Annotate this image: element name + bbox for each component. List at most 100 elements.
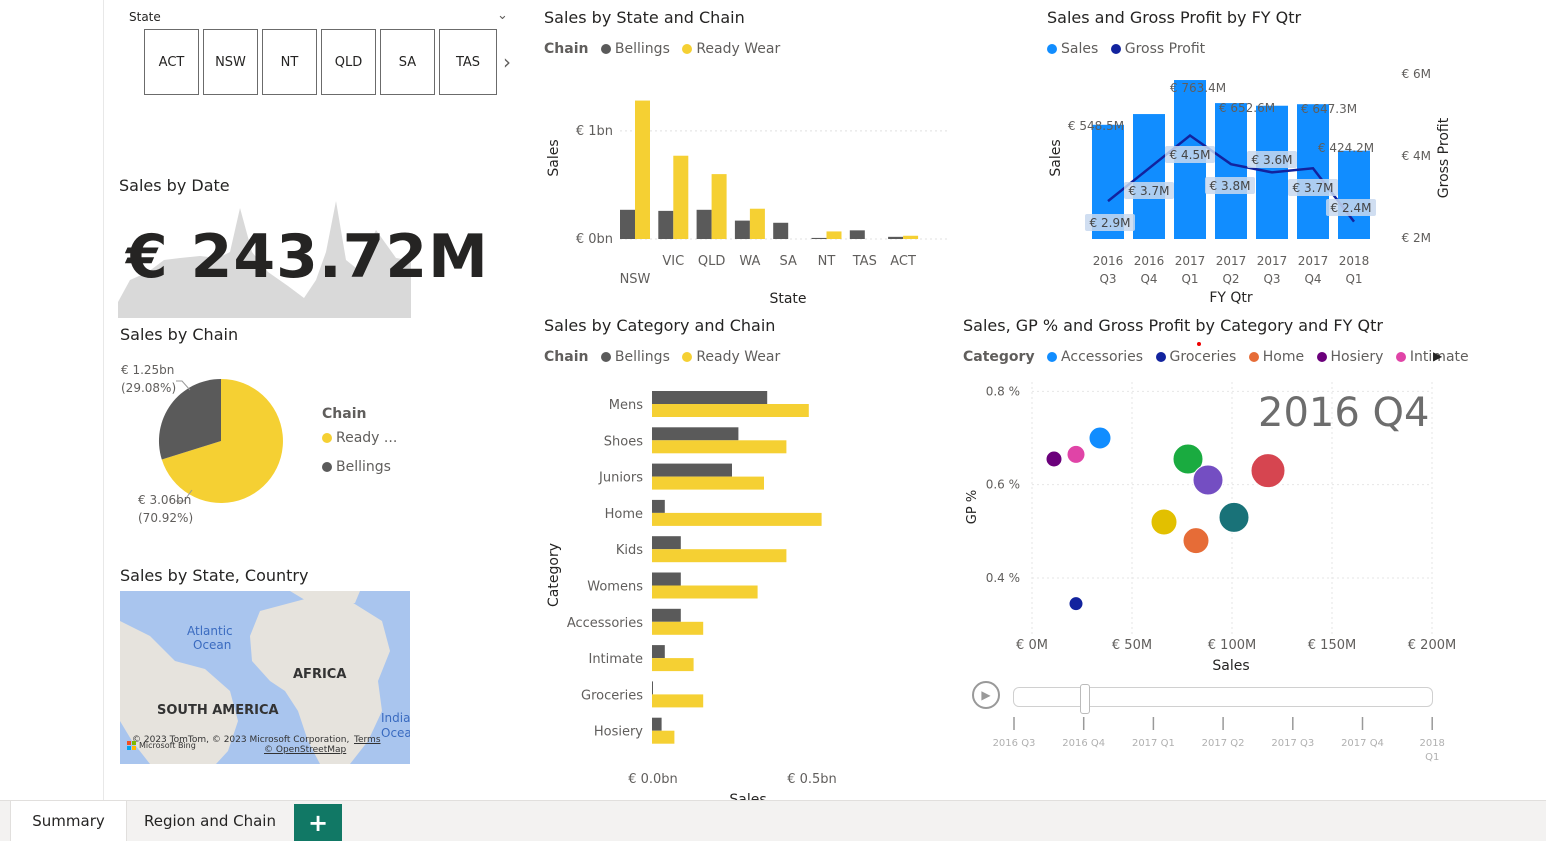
slicer-tile-sa[interactable]: SA xyxy=(380,29,435,95)
state-chart-plot[interactable]: € 1bn € 0bn Sales State NSW VIC QLD WA SA NT TAS AC… xyxy=(540,70,960,310)
pie-label-pct-ready-wear: (70.92%) xyxy=(138,511,194,525)
bellings-dot-icon xyxy=(600,44,611,54)
groceries-dot-icon xyxy=(1155,352,1166,362)
chevron-right-icon[interactable]: › xyxy=(503,50,511,74)
play-axis-track[interactable] xyxy=(1013,687,1433,707)
gp-data-label: € 3.8M xyxy=(1210,179,1251,193)
legend-bellings[interactable]: Bellings xyxy=(615,41,670,57)
pie-legend-label: Bellings xyxy=(336,459,391,475)
tab-summary[interactable]: Summary xyxy=(10,801,127,841)
legend-home[interactable]: Home xyxy=(1263,349,1304,365)
pie-legend-bellings[interactable]: Bellings xyxy=(322,459,391,475)
y-tick-label: Kids xyxy=(616,543,643,558)
x-tick-label: WA xyxy=(739,254,760,269)
y-tick-label: Accessories xyxy=(567,616,643,631)
bar-bellings xyxy=(734,220,750,239)
x-tick-year: 2017 xyxy=(1216,254,1247,268)
pie-legend-ready-wear[interactable]: Ready ... xyxy=(322,430,397,446)
x-tick-label: QLD xyxy=(698,254,726,269)
y2-tick-label: € 6M xyxy=(1402,67,1431,81)
legend-next-icon[interactable]: ▶ xyxy=(1433,349,1442,363)
bellings-dot-icon xyxy=(322,462,332,472)
x-tick-label: € 0.0bn xyxy=(628,772,678,787)
add-page-button[interactable]: + xyxy=(294,804,342,841)
scatter-point xyxy=(1218,501,1250,533)
bar-bellings xyxy=(652,681,653,695)
legend-hosiery[interactable]: Hosiery xyxy=(1331,349,1384,365)
slicer-tile-act[interactable]: ACT xyxy=(144,29,199,95)
bar-ready-wear xyxy=(903,235,919,239)
pie-legend-title: Chain xyxy=(322,406,367,422)
x-axis-title: Sales xyxy=(1212,658,1249,674)
pie-label-pct-bellings: (29.08%) xyxy=(121,381,177,395)
gp-data-label: € 3.7M xyxy=(1293,181,1334,195)
tab-region-and-chain[interactable]: Region and Chain xyxy=(135,801,285,841)
x-tick-quarter: Q2 xyxy=(1222,272,1239,286)
map-visual[interactable]: Atlantic Ocean AFRICA SOUTH AMERICA Indi… xyxy=(120,591,410,764)
bing-logo-icon xyxy=(127,741,136,750)
x-tick-quarter: Q4 xyxy=(1140,272,1157,286)
bar-bellings xyxy=(773,222,789,239)
fy-chart-plot[interactable]: € 6M € 4M € 2M Sales Gross Profit € 548.5M € 7… xyxy=(1040,62,1460,308)
kpi-value: € 243.72M xyxy=(126,222,489,292)
timeline-label: 2016 Q3 xyxy=(993,738,1036,749)
legend-sales[interactable]: Sales xyxy=(1061,41,1098,57)
y-tick-label: Intimate xyxy=(588,652,643,667)
x-tick-label: € 150M xyxy=(1308,638,1356,653)
ready-wear-dot-icon xyxy=(682,44,693,54)
gp-data-label: € 3.6M xyxy=(1252,153,1293,167)
bar-bellings xyxy=(811,237,827,239)
bar-bellings xyxy=(696,209,712,239)
chevron-down-icon[interactable]: ⌄ xyxy=(497,8,508,23)
scatter-point xyxy=(1066,444,1086,464)
y-tick-label: € 0bn xyxy=(576,232,613,247)
bar-bellings xyxy=(658,210,674,239)
y-tick-label: Hosiery xyxy=(594,725,643,740)
legend-accessories[interactable]: Accessories xyxy=(1061,349,1143,365)
bar-ready-wear xyxy=(652,476,764,490)
map-terms-link[interactable]: Terms xyxy=(354,735,381,745)
x-axis-title: FY Qtr xyxy=(1209,290,1253,306)
timeline-label: 2018 xyxy=(1419,738,1444,749)
map-label-ocean: Ocean xyxy=(193,638,232,652)
x-tick-quarter: Q1 xyxy=(1345,272,1362,286)
gp-data-label: € 2.4M xyxy=(1331,201,1372,215)
sales-data-label: € 763.4M xyxy=(1170,81,1226,95)
y-tick-label: 0.4 % xyxy=(986,571,1020,585)
map-osm-link[interactable]: © OpenStreetMap xyxy=(264,745,346,755)
timeline-label: 2017 Q2 xyxy=(1202,738,1245,749)
y-tick-label: Juniors xyxy=(598,471,643,486)
x-tick-year: 2018 xyxy=(1339,254,1370,268)
play-axis-handle[interactable] xyxy=(1080,684,1090,714)
slicer-tile-qld[interactable]: QLD xyxy=(321,29,376,95)
state-slicer-label: State xyxy=(129,10,161,24)
bar-bellings xyxy=(849,230,865,239)
legend-bellings[interactable]: Bellings xyxy=(615,349,670,365)
bar-ready-wear xyxy=(673,155,689,239)
bar-ready-wear xyxy=(652,730,675,744)
x-axis-title: Sales xyxy=(729,792,766,800)
play-button-icon[interactable]: ▶ xyxy=(972,681,1000,709)
y-tick-label: 0.6 % xyxy=(986,478,1020,492)
state-chart-title: Sales by State and Chain xyxy=(544,8,745,27)
legend-ready-wear[interactable]: Ready Wear xyxy=(696,349,780,365)
bar-bellings xyxy=(652,572,681,586)
report-canvas: State ⌄ ACT NSW NT QLD SA TAS › Sales by… xyxy=(0,0,1546,841)
x-tick-year: 2017 xyxy=(1298,254,1329,268)
slicer-tile-nsw[interactable]: NSW xyxy=(203,29,258,95)
timeline-label: 2017 Q1 xyxy=(1132,738,1175,749)
gp-data-label: € 3.7M xyxy=(1129,184,1170,198)
legend-gross-profit[interactable]: Gross Profit xyxy=(1125,41,1205,57)
slicer-tile-nt[interactable]: NT xyxy=(262,29,317,95)
legend-title: Chain xyxy=(544,41,589,57)
map-label-south-america: SOUTH AMERICA xyxy=(157,703,279,718)
legend-ready-wear[interactable]: Ready Wear xyxy=(696,41,780,57)
bar-ready-wear xyxy=(749,208,765,239)
legend-groceries[interactable]: Groceries xyxy=(1170,349,1237,365)
x-tick-year: 2017 xyxy=(1175,254,1206,268)
timeline-label: 2017 Q3 xyxy=(1271,738,1314,749)
slicer-tile-tas[interactable]: TAS xyxy=(439,29,497,95)
x-tick-year: 2016 xyxy=(1134,254,1165,268)
category-chart-plot[interactable]: Mens Shoes Juniors Home Kids Womens Accessorie… xyxy=(540,385,880,800)
bar-bellings xyxy=(652,608,681,622)
